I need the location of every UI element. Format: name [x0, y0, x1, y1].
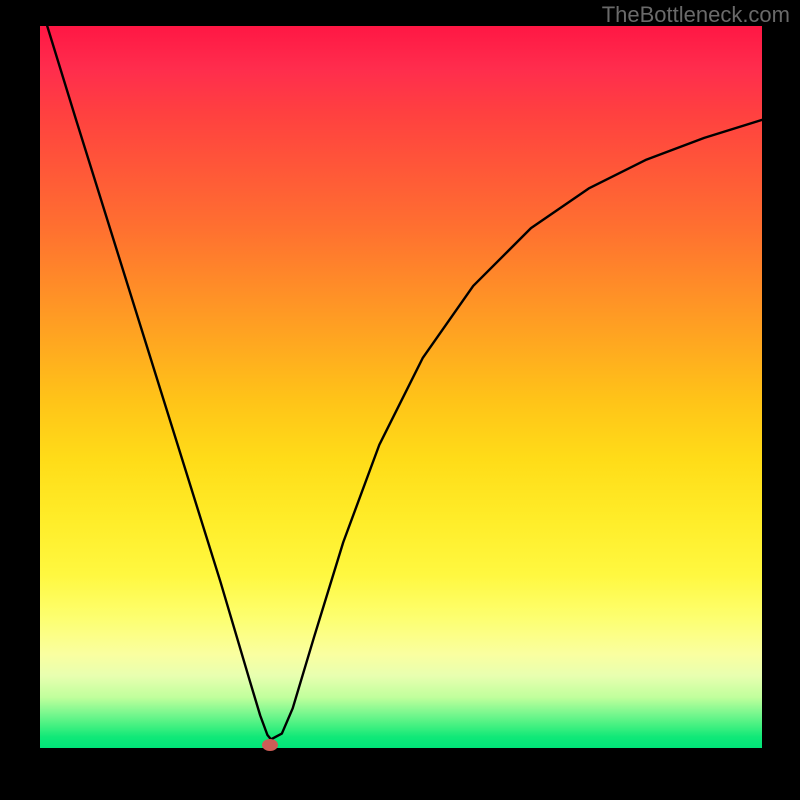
plot-area [40, 26, 762, 748]
watermark-text: TheBottleneck.com [602, 2, 790, 28]
bottleneck-curve-path [47, 26, 762, 739]
curve-svg [40, 26, 762, 748]
minimum-marker [262, 739, 278, 751]
chart-container: TheBottleneck.com [0, 0, 800, 800]
